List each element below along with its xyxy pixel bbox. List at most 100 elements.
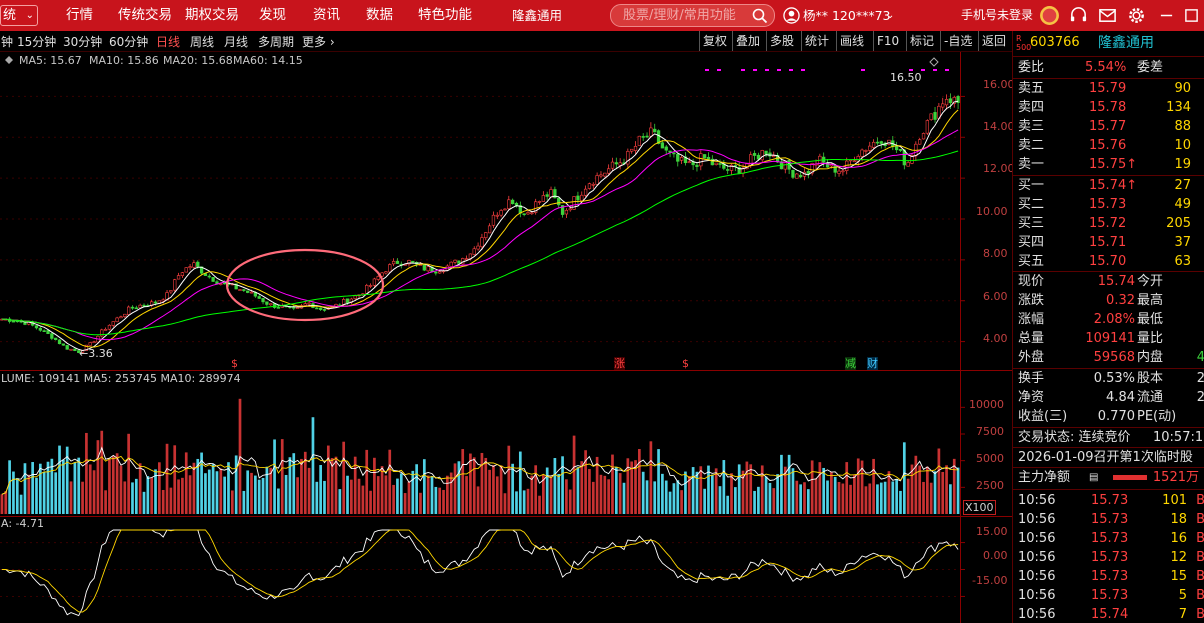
quote-row[interactable]: 涨幅 2.08% 最低 [1013,310,1204,329]
stats-row[interactable]: 净资 4.84流通 2 [1013,388,1204,407]
candle-body [918,139,922,145]
quote-row[interactable]: 涨跌 0.32 最高 [1013,291,1204,310]
tick-row[interactable]: 10:56 15.73 5B [1013,586,1204,605]
period-30min[interactable]: 30分钟 [63,33,102,50]
period-monthly[interactable]: 月线 [224,33,248,50]
tick-row[interactable]: 10:56 15.74 7B [1013,605,1204,623]
candle-body [503,208,507,211]
nav-current-stock[interactable]: 隆鑫通用 [512,0,562,31]
event-marker[interactable]: 涨 [614,357,625,370]
period-15min[interactable]: 15分钟 [17,33,56,50]
stock-header[interactable]: R 500 603766 隆鑫通用 [1013,31,1204,55]
mark-button[interactable]: 标记 [906,31,934,51]
gear-icon[interactable] [1127,6,1146,25]
search-input[interactable]: 股票/理财/常用功能 [610,4,775,27]
candle-body [941,103,945,108]
quote-value: 109141 [1085,331,1135,346]
candle-body [649,127,653,137]
tick-row[interactable]: 10:56 15.73 15 B [1013,567,1204,586]
candle-body [791,169,795,178]
system-menu-button[interactable]: 统 ⌄ [0,5,38,26]
nav-features[interactable]: 特色功能 [418,0,472,31]
ask-row[interactable]: 卖一 15.75↑ 19 [1013,155,1204,174]
period-60min[interactable]: 60分钟 [109,33,148,50]
event-marker[interactable]: $ [231,357,238,370]
nav-traditional-trade[interactable]: 传统交易 [118,0,172,31]
news-row[interactable]: 2026-01-09召开第1次临时股 [1013,448,1204,467]
volume-bar [714,468,718,514]
minimize-icon[interactable] [1159,6,1174,25]
remove-watchlist-button[interactable]: -自选 [940,31,972,51]
volume-bar [388,449,392,514]
nav-discover[interactable]: 发现 [259,0,286,31]
quote-row[interactable]: 总量 109141 量比 [1013,329,1204,348]
tick-time: 10:56 [1018,607,1056,622]
volume-bar [426,475,430,514]
volume-bar [945,465,948,514]
tick-row[interactable]: 10:56 15.73 16 B [1013,529,1204,548]
bid-row[interactable]: 买四 15.71 37 [1013,233,1204,252]
ask-row[interactable]: 卖五 15.79 90 [1013,79,1204,98]
main-flow-row[interactable]: 主力净额 ▤ 1521万 [1013,468,1204,487]
event-marker[interactable]: 财 [867,357,878,370]
user-avatar-icon[interactable] [783,7,800,24]
tick-volume: 7 [1178,607,1187,622]
quote-row[interactable]: 现价 15.74 今开 [1013,272,1204,291]
candle-body [564,209,569,215]
stats-row[interactable]: 收益(三) 0.770 PE(动) [1013,407,1204,426]
period-multi[interactable]: 多周期 [258,33,294,50]
adjust-button[interactable]: 复权 [699,31,727,51]
draw-line-button[interactable]: 画线 [836,31,864,51]
nav-data[interactable]: 数据 [366,0,393,31]
tick-price: 15.73 [1091,512,1129,527]
volume-bar [8,460,11,514]
overlay-button[interactable]: 叠加 [732,31,760,51]
event-dot [801,69,805,71]
bid-row[interactable]: 买五 15.70 63 [1013,252,1204,271]
event-dot [789,69,793,71]
period-min[interactable]: 钟 [1,33,13,50]
order-ratio-row[interactable]: 委比 5.54% 委差 [1013,58,1204,77]
ask-price: 15.78 [1089,100,1127,115]
stats-row[interactable]: 换手 0.53%股本 2 [1013,369,1204,388]
more-periods-button[interactable]: 更多 › [302,33,335,50]
maximize-icon[interactable] [1184,6,1199,25]
login-status[interactable]: 手机号未登录 [961,0,1033,31]
bid-row[interactable]: 买三 15.72 205 [1013,214,1204,233]
fortune-icon[interactable] [1039,5,1060,26]
volume-bar [415,464,418,514]
nav-news[interactable]: 资讯 [313,0,340,31]
period-daily[interactable]: 日线 [156,33,180,50]
back-button[interactable]: 返回 [978,31,1006,51]
multi-stock-button[interactable]: 多股 [766,31,794,51]
candle-body [142,304,146,307]
chevron-down-icon[interactable]: ⌄ [886,0,894,31]
mail-icon[interactable] [1098,6,1117,25]
nav-options-trade[interactable]: 期权交易 [185,0,239,31]
headset-icon[interactable] [1069,6,1088,25]
nav-quotes[interactable]: 行情 [66,0,93,31]
ask-row[interactable]: 卖四 15.78 134 [1013,98,1204,117]
stock-chart[interactable] [0,52,1012,623]
ma-settings-icon[interactable] [5,56,13,64]
f10-button[interactable]: F10 [873,31,899,51]
tick-volume: 16 [1170,531,1187,546]
tick-row[interactable]: 10:56 15.73 101 B [1013,491,1204,510]
search-icon[interactable] [752,8,768,24]
period-weekly[interactable]: 周线 [190,33,214,50]
event-marker[interactable]: 减 [845,357,856,370]
quote-row[interactable]: 外盘 59568内盘 4 [1013,348,1204,367]
volume-bar [492,465,495,514]
stats-button[interactable]: 统计 [801,31,829,51]
list-icon[interactable]: ▤ [1089,468,1098,487]
tick-row[interactable]: 10:56 15.73 18 B [1013,510,1204,529]
bid-row[interactable]: 买二 15.73 49 [1013,195,1204,214]
user-account[interactable]: 杨** 120***73 [803,0,891,31]
ask-row[interactable]: 卖三 15.77 88 [1013,117,1204,136]
trade-status-row[interactable]: 交易状态: 连续竞价 10:57:1 [1013,428,1204,447]
ask-row[interactable]: 卖二 15.76 10 [1013,136,1204,155]
tick-row[interactable]: 10:56 15.73 12 B [1013,548,1204,567]
top-menu-bar: 统 ⌄ 行情 传统交易 期权交易 发现 资讯 数据 特色功能 隆鑫通用 股票/理财… [0,0,1204,31]
bid-row[interactable]: 买一 15.74↑ 27 [1013,176,1204,195]
event-marker[interactable]: $ [682,357,689,370]
